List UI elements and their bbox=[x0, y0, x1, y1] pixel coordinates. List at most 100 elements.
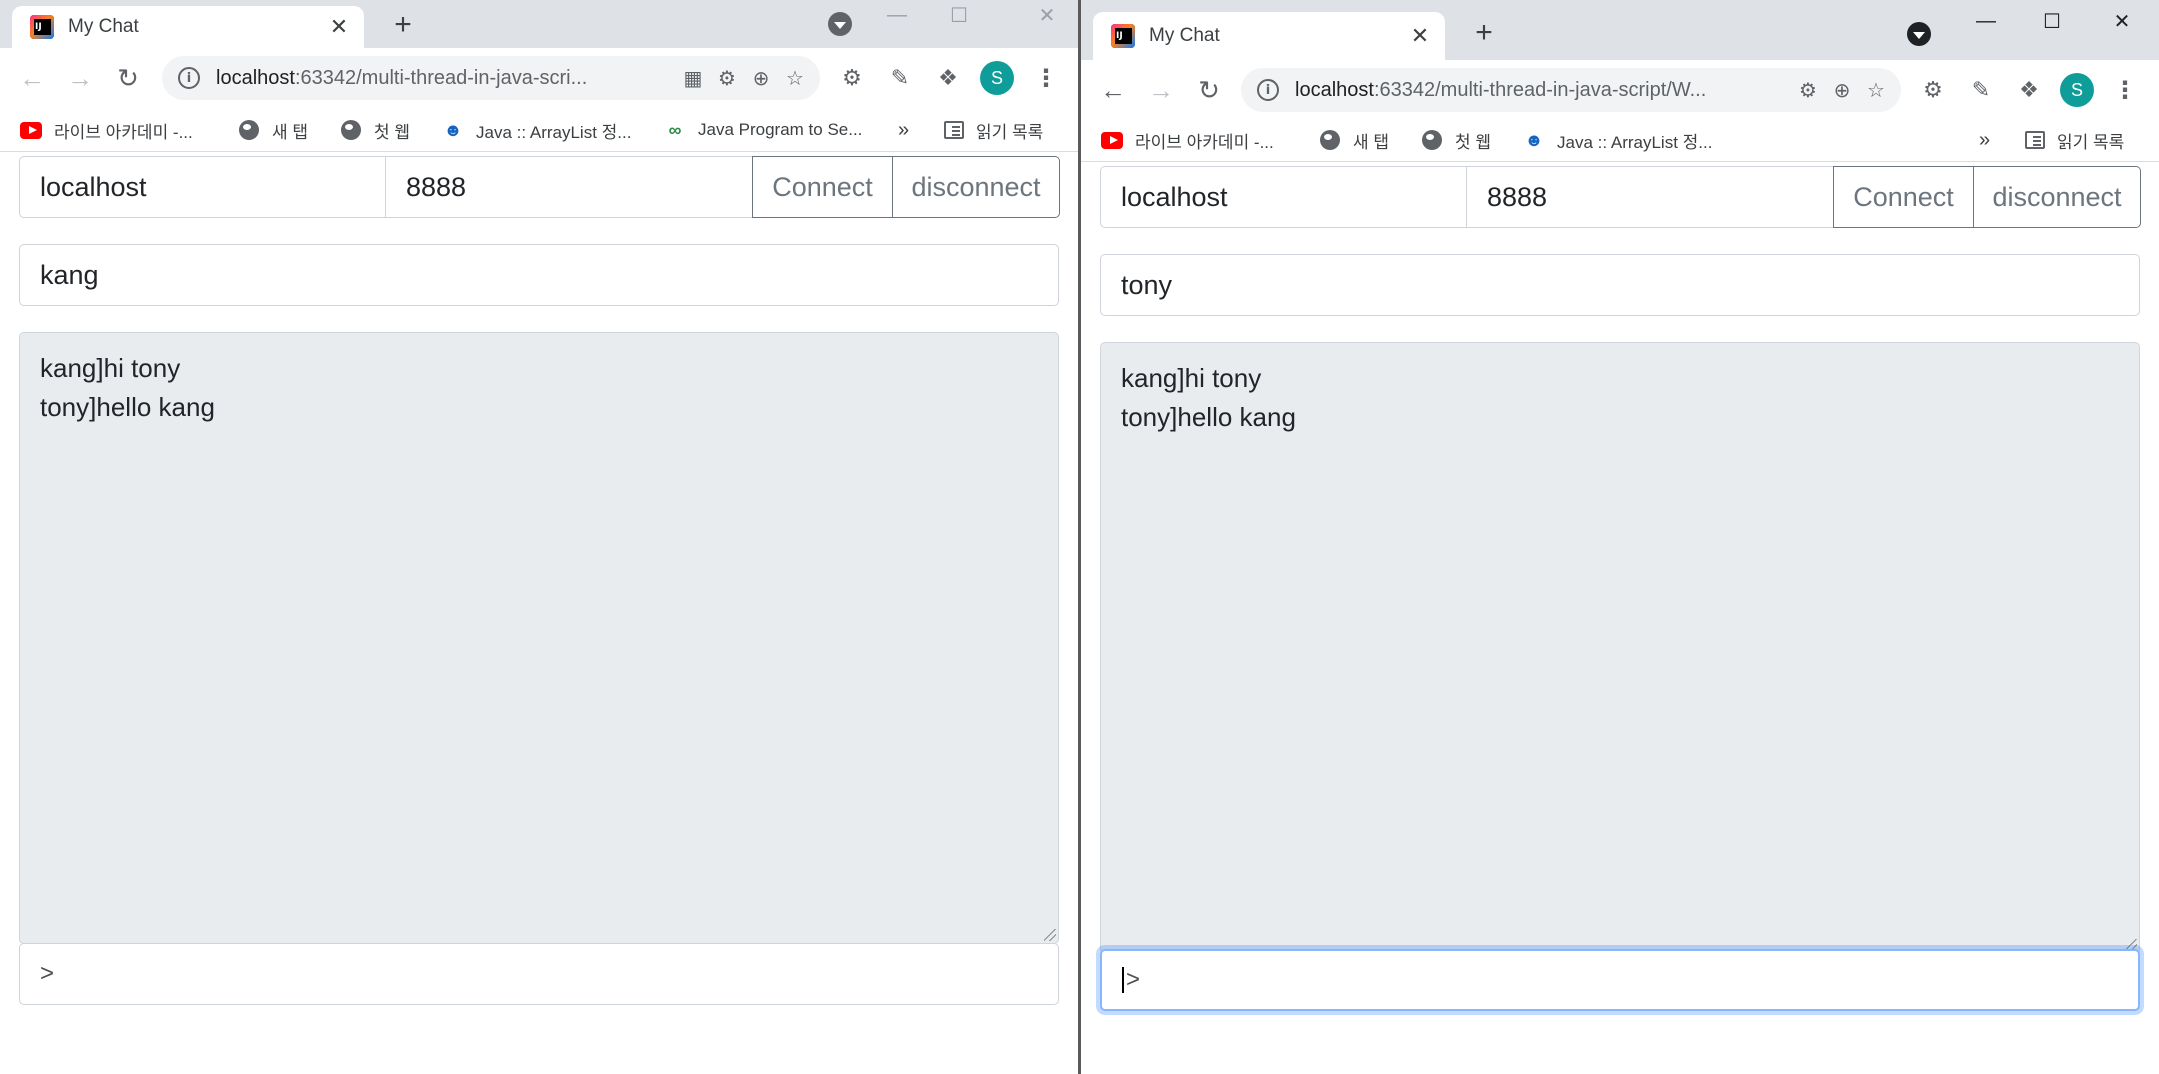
back-arrow-icon[interactable]: ← bbox=[14, 60, 50, 96]
extensions-puzzle-icon[interactable]: ❖ bbox=[2013, 74, 2045, 106]
bookmark-label: 첫 웹 bbox=[1455, 132, 1492, 152]
bookmark-star-icon[interactable]: ☆ bbox=[1859, 73, 1893, 107]
reading-list-icon bbox=[2025, 131, 2045, 149]
resize-handle[interactable] bbox=[1044, 929, 1056, 941]
globe-icon bbox=[1319, 129, 1341, 151]
bookmark-item[interactable]: ∞ Java Program to Se... bbox=[664, 114, 863, 146]
tab-search-icon[interactable] bbox=[1907, 22, 1931, 46]
chat-log[interactable]: kang]hi tony tony]hello kang bbox=[1100, 342, 2140, 954]
url-text[interactable]: localhost:63342/multi-thread-in-java-scr… bbox=[1295, 79, 1791, 102]
extension-gear-icon[interactable]: ⚙ bbox=[1917, 74, 1949, 106]
tab-title: My Chat bbox=[1149, 25, 1220, 46]
bookmark-item[interactable]: ☻ Java :: ArrayList 정... bbox=[442, 114, 632, 146]
page-content: localhost 8888 Connect disconnect kang k… bbox=[0, 153, 1078, 1074]
tab-search-icon[interactable] bbox=[828, 12, 852, 36]
reload-icon[interactable]: ↻ bbox=[1191, 72, 1227, 108]
bookmark-label: Java :: ArrayList 정... bbox=[1557, 132, 1713, 152]
minimize-icon[interactable]: — bbox=[1961, 0, 2011, 42]
menu-icon[interactable]: ⋮ bbox=[1030, 62, 1062, 94]
bookmark-item[interactable]: 첫 웹 bbox=[340, 114, 410, 146]
bookmark-label: 새 탭 bbox=[1353, 132, 1390, 152]
window-close-icon[interactable]: ✕ bbox=[2097, 0, 2147, 42]
tab-my-chat[interactable]: My Chat ✕ bbox=[12, 6, 364, 48]
bookmark-label: 라이브 아카데미 -... bbox=[1135, 132, 1274, 152]
reading-list-button[interactable]: 읽기 목록 bbox=[2025, 124, 2124, 156]
host-input[interactable]: localhost bbox=[1100, 166, 1467, 228]
intellij-icon bbox=[30, 15, 54, 39]
page-content: localhost 8888 Connect disconnect tony k… bbox=[1081, 163, 2159, 1074]
bookmark-item[interactable]: 새 탭 bbox=[238, 114, 308, 146]
bookmarks-overflow-icon[interactable]: » bbox=[1979, 124, 1990, 156]
extension-gear-icon[interactable]: ⚙ bbox=[836, 62, 868, 94]
text-caret bbox=[1122, 967, 1124, 993]
port-input[interactable]: 8888 bbox=[386, 156, 752, 218]
site-info-icon[interactable]: i bbox=[178, 67, 200, 89]
intellij-icon bbox=[1111, 24, 1135, 48]
close-icon[interactable]: ✕ bbox=[324, 12, 354, 42]
globe-icon bbox=[238, 119, 260, 141]
address-bar[interactable]: i localhost:63342/multi-thread-in-java-s… bbox=[1241, 68, 1901, 112]
tab-title: My Chat bbox=[68, 16, 139, 37]
bookmark-item[interactable]: ☻ Java :: ArrayList 정... bbox=[1523, 124, 1713, 156]
new-tab-button[interactable]: + bbox=[386, 8, 420, 42]
address-bar[interactable]: i localhost:63342/multi-thread-in-java-s… bbox=[162, 56, 820, 100]
tab-my-chat[interactable]: My Chat ✕ bbox=[1093, 12, 1445, 60]
tab-strip: My Chat ✕ + — ☐ ✕ bbox=[1081, 0, 2159, 60]
translate-icon[interactable]: ⚙ bbox=[1791, 73, 1825, 107]
bookmark-item[interactable]: 첫 웹 bbox=[1421, 124, 1491, 156]
minimize-icon[interactable]: — bbox=[872, 0, 922, 30]
connect-button[interactable]: Connect bbox=[752, 156, 893, 218]
back-arrow-icon[interactable]: ← bbox=[1095, 72, 1131, 108]
connect-button[interactable]: Connect bbox=[1833, 166, 1974, 228]
character-icon: ☻ bbox=[443, 119, 463, 140]
site-info-icon[interactable]: i bbox=[1257, 79, 1279, 101]
extension-pen-icon[interactable]: ✎ bbox=[884, 62, 916, 94]
profile-avatar[interactable]: S bbox=[980, 61, 1014, 95]
message-input[interactable]: > bbox=[19, 943, 1059, 1005]
chat-message: tony]hello kang bbox=[1121, 402, 1296, 432]
bookmark-item[interactable]: 라이브 아카데미 -... bbox=[20, 114, 193, 146]
maximize-icon[interactable]: ☐ bbox=[934, 0, 984, 30]
chat-log[interactable]: kang]hi tony tony]hello kang bbox=[19, 332, 1059, 944]
browser-window-left: My Chat ✕ + — ☐ ✕ ← → ↻ i localhost:6334… bbox=[0, 0, 1078, 1074]
forward-arrow-icon[interactable]: → bbox=[1143, 72, 1179, 108]
reading-list-icon bbox=[944, 121, 964, 139]
toolbar: ← → ↻ i localhost:63342/multi-thread-in-… bbox=[0, 48, 1078, 108]
username-input[interactable]: kang bbox=[19, 244, 1059, 306]
close-icon[interactable]: ✕ bbox=[1405, 21, 1435, 51]
bookmark-label: 첫 웹 bbox=[374, 122, 411, 142]
reading-list-label: 읽기 목록 bbox=[2057, 132, 2125, 152]
menu-icon[interactable]: ⋮ bbox=[2109, 74, 2141, 106]
window-close-icon[interactable]: ✕ bbox=[1022, 0, 1072, 30]
url-path: :63342/multi-thread-in-java-scri... bbox=[294, 66, 588, 89]
message-input[interactable]: > bbox=[1100, 949, 2140, 1011]
apps-grid-icon[interactable]: ▦ bbox=[676, 61, 710, 95]
url-path: :63342/multi-thread-in-java-script/W... bbox=[1373, 78, 1707, 101]
extensions-puzzle-icon[interactable]: ❖ bbox=[932, 62, 964, 94]
host-input[interactable]: localhost bbox=[19, 156, 386, 218]
zoom-icon[interactable]: ⊕ bbox=[1825, 73, 1859, 107]
username-input[interactable]: tony bbox=[1100, 254, 2140, 316]
reading-list-button[interactable]: 읽기 목록 bbox=[944, 114, 1043, 146]
translate-icon[interactable]: ⚙ bbox=[710, 61, 744, 95]
bookmarks-bar: 라이브 아카데미 -... 새 탭 첫 웹 ☻ Java :: ArrayList… bbox=[1081, 118, 2159, 162]
reload-icon[interactable]: ↻ bbox=[110, 60, 146, 96]
disconnect-button[interactable]: disconnect bbox=[1974, 166, 2141, 228]
browser-window-right: My Chat ✕ + — ☐ ✕ ← → ↻ i localhost:6334… bbox=[1081, 0, 2159, 1074]
bookmark-star-icon[interactable]: ☆ bbox=[778, 61, 812, 95]
bookmark-item[interactable]: 새 탭 bbox=[1319, 124, 1389, 156]
port-input[interactable]: 8888 bbox=[1467, 166, 1833, 228]
url-text[interactable]: localhost:63342/multi-thread-in-java-scr… bbox=[216, 67, 676, 90]
url-host: localhost bbox=[216, 66, 295, 89]
bookmark-item[interactable]: 라이브 아카데미 -... bbox=[1101, 124, 1274, 156]
zoom-icon[interactable]: ⊕ bbox=[744, 61, 778, 95]
maximize-icon[interactable]: ☐ bbox=[2027, 0, 2077, 42]
disconnect-button[interactable]: disconnect bbox=[893, 156, 1060, 218]
forward-arrow-icon[interactable]: → bbox=[62, 60, 98, 96]
bookmarks-overflow-icon[interactable]: » bbox=[898, 114, 909, 146]
extension-pen-icon[interactable]: ✎ bbox=[1965, 74, 1997, 106]
profile-avatar[interactable]: S bbox=[2060, 73, 2094, 107]
url-host: localhost bbox=[1295, 78, 1374, 101]
new-tab-button[interactable]: + bbox=[1467, 16, 1501, 50]
message-input-value: > bbox=[1126, 966, 1141, 993]
